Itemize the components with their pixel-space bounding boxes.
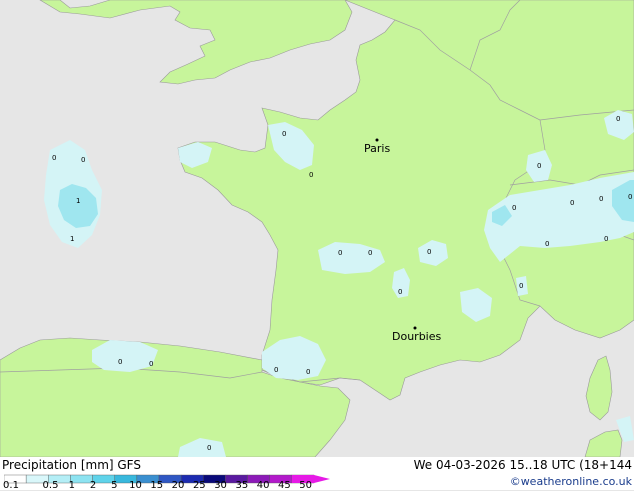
precip-value: 0 bbox=[282, 130, 286, 138]
precip-value: 0 bbox=[427, 248, 431, 256]
precip-value: 0 bbox=[604, 235, 608, 243]
scale-tick-label: 15 bbox=[150, 480, 164, 491]
forecast-datetime: We 04-03-2026 15..18 UTC (18+144 bbox=[413, 458, 632, 472]
precip-value: 1 bbox=[76, 197, 80, 205]
credit-link[interactable]: ©weatheronline.co.uk bbox=[510, 475, 632, 488]
precip-value: 0 bbox=[616, 115, 620, 123]
precip-value: 0 bbox=[519, 282, 523, 290]
precip-value: 0 bbox=[274, 366, 278, 374]
precip-value: 0 bbox=[207, 444, 211, 452]
precip-value: 1 bbox=[70, 235, 74, 243]
scale-tick-label: 30 bbox=[214, 480, 227, 491]
precip-value: 0 bbox=[306, 368, 310, 376]
precip-value: 0 bbox=[512, 204, 516, 212]
scale-tick-label: 2 bbox=[89, 480, 97, 491]
precip-value: 0 bbox=[368, 249, 372, 257]
scale-tick-label: 20 bbox=[171, 480, 185, 491]
precipitation-map: 0 0 1 1 0 0 0 0 0 0 0 0 0 0 0 0 0 0 0 0 … bbox=[0, 0, 634, 457]
precip-value: 0 bbox=[570, 199, 574, 207]
scale-tick-label: 0.5 bbox=[42, 480, 59, 491]
precip-value: 0 bbox=[81, 156, 85, 164]
precip-value: 0 bbox=[338, 249, 342, 257]
precip-value: 0 bbox=[628, 193, 632, 201]
precip-value: 0 bbox=[398, 288, 402, 296]
precip-value: 0 bbox=[537, 162, 541, 170]
precip-value: 0 bbox=[118, 358, 122, 366]
scale-tick-label: 40 bbox=[256, 480, 270, 491]
precip-value: 0 bbox=[149, 360, 153, 368]
map-title: Precipitation [mm] GFS bbox=[2, 458, 141, 472]
precip-value: 0 bbox=[599, 195, 603, 203]
legend-bar: Precipitation [mm] GFS We 04-03-2026 15.… bbox=[0, 457, 634, 491]
city-label: Paris bbox=[364, 142, 390, 155]
precip-value: 0 bbox=[309, 171, 313, 179]
city-label: Dourbies bbox=[392, 330, 442, 343]
precip-value: 0 bbox=[52, 154, 56, 162]
scale-tick-label: 0.1 bbox=[3, 480, 19, 491]
scale-tick-label: 10 bbox=[129, 480, 142, 491]
scale-tick-label: 25 bbox=[192, 480, 206, 491]
scale-tick-label: 5 bbox=[111, 480, 118, 491]
precip-value: 0 bbox=[545, 240, 549, 248]
scale-tick-label: 45 bbox=[277, 480, 291, 491]
scale-tick-label: 50 bbox=[299, 480, 312, 491]
scale-tick-label: 35 bbox=[235, 480, 249, 491]
scale-tick-label: 1 bbox=[68, 480, 75, 491]
